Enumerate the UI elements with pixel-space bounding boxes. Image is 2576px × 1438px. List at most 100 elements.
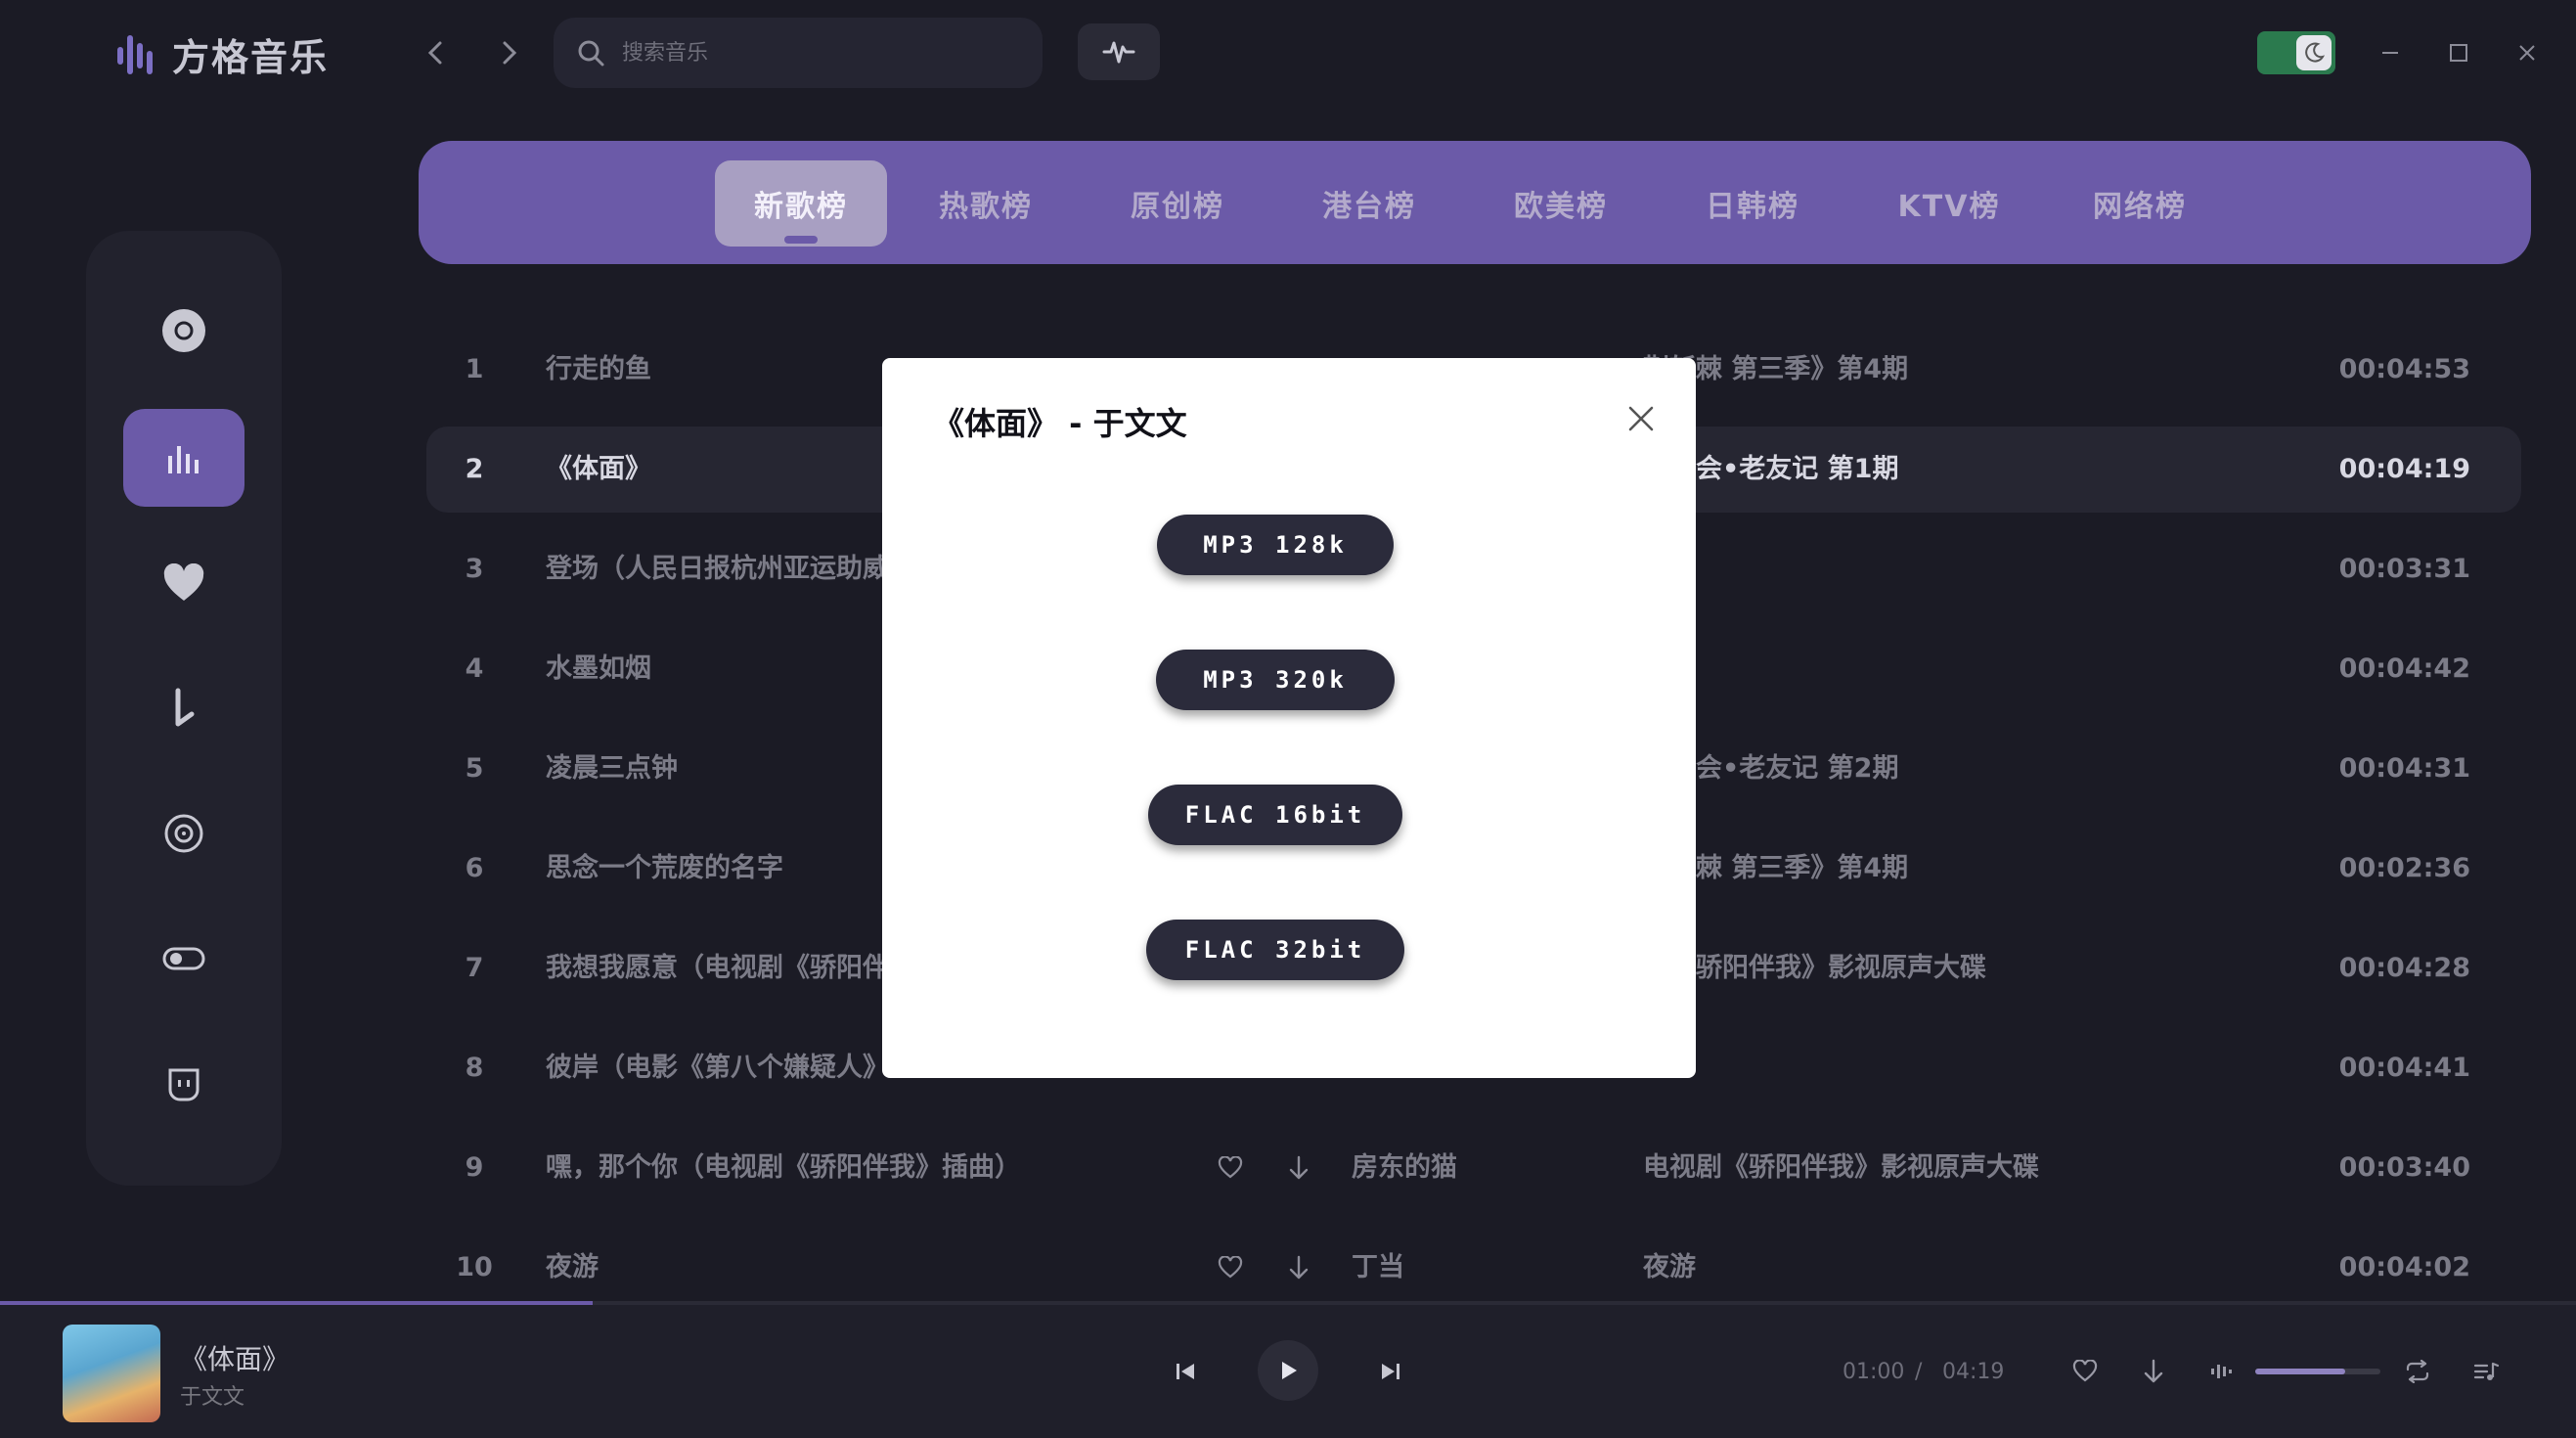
- sidebar-item-favorites[interactable]: [123, 534, 244, 632]
- maximize-button[interactable]: [2439, 33, 2478, 72]
- chevron-right-icon: [503, 41, 517, 65]
- theme-knob: [2296, 35, 2332, 70]
- sidebar-item-vinyl[interactable]: [123, 785, 244, 882]
- next-button[interactable]: [1371, 1352, 1410, 1391]
- song-artist[interactable]: 丁当: [1352, 1225, 1625, 1311]
- tab-indicator: [784, 236, 818, 244]
- download-song-button[interactable]: [1279, 1225, 1318, 1311]
- search-input[interactable]: [622, 40, 1013, 66]
- sidebar: [86, 231, 282, 1186]
- quality-option-flac-32bit[interactable]: FLAC 32bit: [1146, 920, 1404, 980]
- song-album: 荆斩棘 第三季》第4期: [1643, 853, 1909, 883]
- download-quality-dialog: 《体面》 - 于文文 MP3 128k MP3 320k FLAC 16bit …: [882, 358, 1696, 1078]
- arrow-down-icon: [1289, 1255, 1309, 1280]
- song-album: [1643, 526, 2230, 612]
- volume-button[interactable]: [2202, 1352, 2242, 1391]
- back-button[interactable]: [417, 33, 456, 72]
- listen-recognize-button[interactable]: [1078, 23, 1160, 80]
- like-song-button[interactable]: [1211, 1225, 1250, 1311]
- sidebar-item-charts[interactable]: [123, 409, 244, 507]
- sidebar-item-settings-toggle[interactable]: [123, 910, 244, 1008]
- now-playing-artist[interactable]: 于文文: [180, 1379, 244, 1411]
- repeat-mode-button[interactable]: [2398, 1352, 2437, 1391]
- playlist-icon: [2473, 1362, 2500, 1380]
- song-album: 如烟: [1643, 626, 2230, 712]
- forward-button[interactable]: [489, 33, 528, 72]
- theme-toggle[interactable]: [2257, 31, 2335, 74]
- album-cover[interactable]: [63, 1325, 160, 1422]
- quality-option-mp3-320k[interactable]: MP3 320k: [1156, 650, 1395, 710]
- moon-icon: [2305, 42, 2326, 63]
- song-number: 9: [465, 1152, 484, 1183]
- chevron-left-icon: [427, 41, 442, 65]
- song-title: 嘿，那个你（电视剧《骄阳伴我》插曲）: [546, 1152, 1021, 1183]
- song-number: 3: [465, 554, 484, 584]
- quality-option-mp3-128k[interactable]: MP3 128k: [1157, 515, 1394, 575]
- minimize-icon: [2382, 52, 2398, 54]
- previous-button[interactable]: [1166, 1352, 1205, 1391]
- dialog-close-button[interactable]: [1618, 395, 1665, 442]
- song-duration: 00:04:42: [2338, 653, 2470, 684]
- total-time: 04:19: [1942, 1360, 2005, 1384]
- tab-network[interactable]: 网络榜: [2054, 160, 2226, 247]
- vinyl-icon: [164, 814, 203, 853]
- song-duration: 00:04:02: [2338, 1252, 2470, 1282]
- chat-icon: [168, 1068, 200, 1101]
- song-row[interactable]: 9 嘿，那个你（电视剧《骄阳伴我》插曲） 房东的猫 电视剧《骄阳伴我》影视原声大…: [426, 1125, 2521, 1211]
- heart-outline-icon: [2072, 1360, 2098, 1382]
- song-number: 4: [465, 653, 484, 684]
- play-icon: [1282, 1362, 1297, 1379]
- song-album: [1643, 1025, 2230, 1111]
- volume-wave-icon: [2211, 1365, 2232, 1378]
- time-separator: /: [1915, 1360, 1923, 1384]
- song-album: 剧《骄阳伴我》影视原声大碟: [1643, 953, 1986, 983]
- song-duration: 00:03:40: [2338, 1152, 2470, 1183]
- song-number: 5: [465, 753, 484, 784]
- search-box[interactable]: [554, 18, 1043, 88]
- player-bar: 《体面》 于文文 01:00 / 04:19: [0, 1305, 2576, 1438]
- like-current-button[interactable]: [2065, 1352, 2105, 1391]
- app-title: 方格音乐: [172, 36, 330, 79]
- song-number: 6: [465, 853, 484, 883]
- song-duration: 00:04:53: [2338, 354, 2470, 384]
- search-icon: [578, 40, 604, 67]
- chart-bars-icon: [168, 446, 199, 473]
- tab-western[interactable]: 欧美榜: [1475, 160, 1647, 247]
- title-bar: 方格音乐: [0, 0, 2576, 108]
- sidebar-item-disc[interactable]: [123, 282, 244, 380]
- dialog-title: 《体面》 - 于文文: [933, 405, 1187, 442]
- song-row[interactable]: 10 夜游 丁当 夜游 00:04:02: [426, 1225, 2521, 1311]
- app-logo: 方格音乐: [115, 27, 329, 81]
- sidebar-item-downloads[interactable]: [123, 659, 244, 757]
- skip-previous-icon: [1177, 1364, 1194, 1379]
- close-window-button[interactable]: [2508, 33, 2547, 72]
- song-duration: 00:02:36: [2338, 853, 2470, 883]
- quality-option-flac-16bit[interactable]: FLAC 16bit: [1148, 785, 1402, 845]
- song-duration: 00:04:28: [2338, 953, 2470, 983]
- song-duration: 00:04:31: [2338, 753, 2470, 784]
- sidebar-item-feedback[interactable]: [123, 1035, 244, 1133]
- minimize-button[interactable]: [2371, 33, 2410, 72]
- download-current-button[interactable]: [2134, 1352, 2173, 1391]
- tab-new-songs[interactable]: 新歌榜: [715, 160, 887, 247]
- song-artist[interactable]: 房东的猫: [1352, 1125, 1625, 1211]
- playlist-button[interactable]: [2466, 1352, 2506, 1391]
- tab-jp-kr[interactable]: 日韩榜: [1666, 160, 1839, 247]
- chart-tabs: 新歌榜 热歌榜 原创榜 港台榜 欧美榜 日韩榜 KTV榜 网络榜: [419, 141, 2531, 264]
- close-icon: [2519, 45, 2535, 61]
- volume-slider[interactable]: [2255, 1369, 2380, 1374]
- skip-next-icon: [1382, 1364, 1399, 1379]
- play-button[interactable]: [1258, 1340, 1318, 1401]
- tab-ktv[interactable]: KTV榜: [1856, 160, 2042, 247]
- song-album[interactable]: 电视剧《骄阳伴我》影视原声大碟: [1643, 1125, 2230, 1211]
- heart-outline-icon: [1218, 1256, 1243, 1279]
- download-icon: [175, 688, 195, 727]
- download-song-button[interactable]: [1279, 1125, 1318, 1211]
- now-playing-title: 《体面》: [180, 1343, 290, 1375]
- tab-original[interactable]: 原创榜: [1091, 160, 1264, 247]
- song-album[interactable]: 夜游: [1643, 1225, 2230, 1311]
- tab-hot-songs[interactable]: 热歌榜: [900, 160, 1072, 247]
- heart-outline-icon: [1218, 1156, 1243, 1179]
- tab-hk-tw[interactable]: 港台榜: [1283, 160, 1455, 247]
- like-song-button[interactable]: [1211, 1125, 1250, 1211]
